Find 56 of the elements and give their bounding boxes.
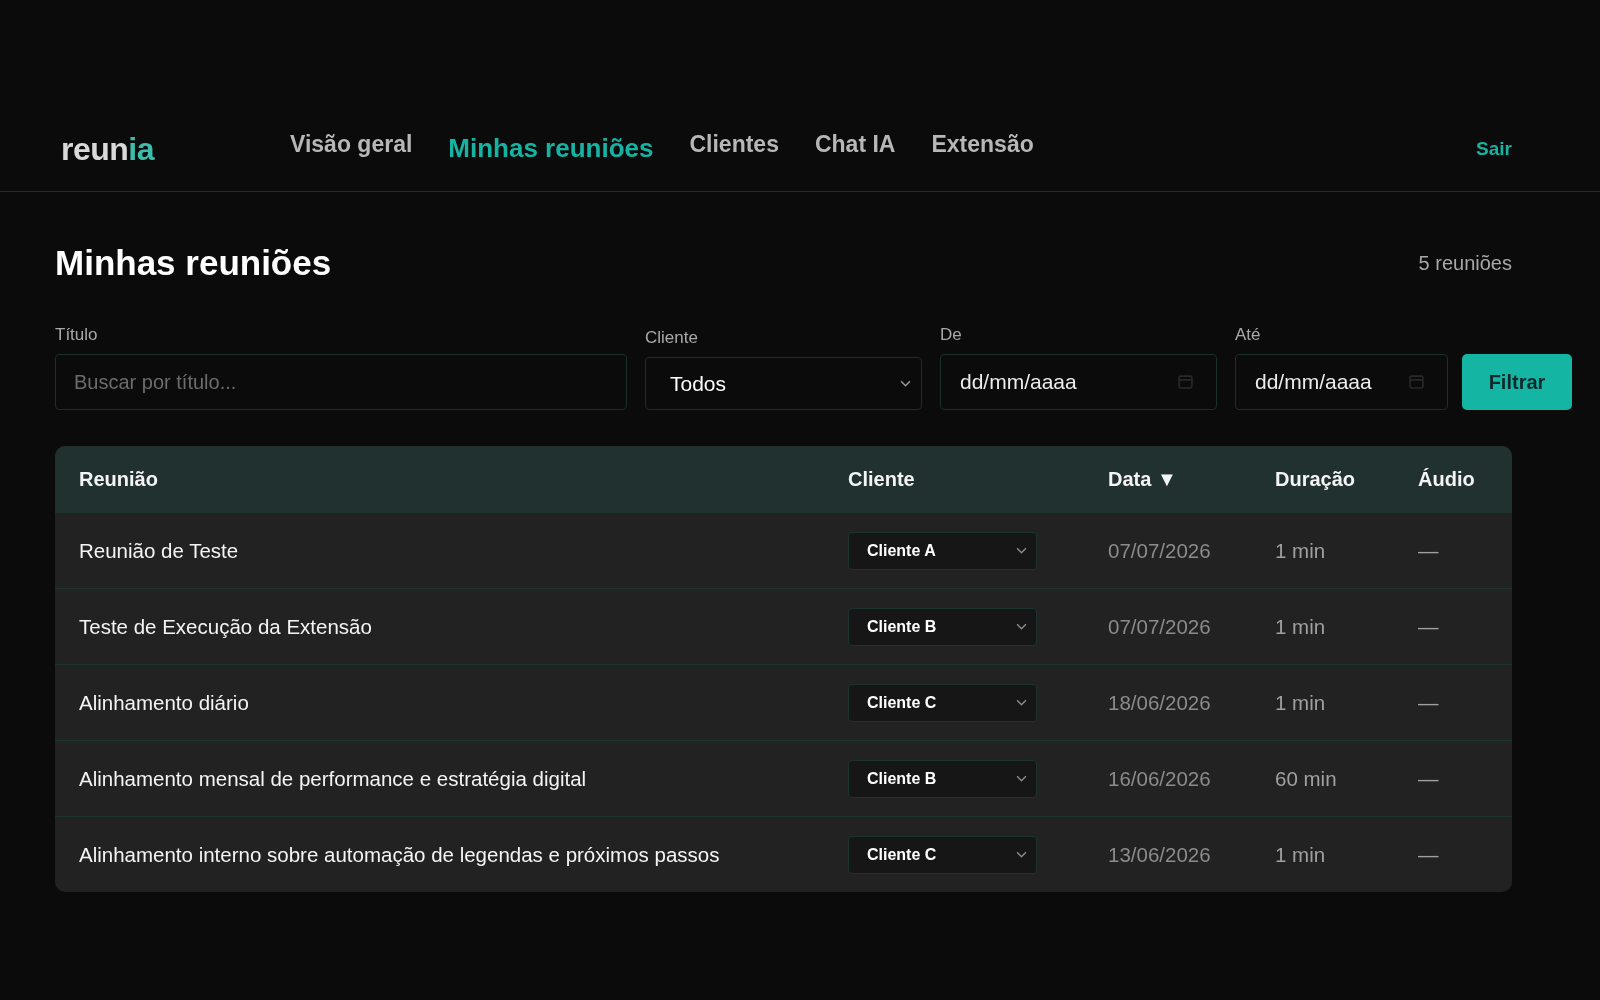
logout-link[interactable]: Sair [1476, 138, 1512, 160]
chevron-icon [1016, 775, 1027, 782]
chevron-icon [900, 380, 911, 387]
meeting-date: 07/07/2026 [1108, 614, 1212, 639]
column-header: Reunião [79, 467, 159, 491]
meeting-title: Alinhamento interno sobre automação de legendas e próximos passos [79, 842, 721, 867]
meeting-title: Reunião de Teste [79, 538, 240, 563]
audio-status: — [1418, 690, 1440, 715]
chevron-icon [1016, 699, 1027, 706]
field-label: Até [1235, 325, 1261, 345]
meeting-count: 5 reuniões [1418, 251, 1512, 275]
column-header: Duração [1275, 467, 1357, 491]
meeting-duration: 1 min [1275, 614, 1327, 639]
audio-status: — [1418, 538, 1440, 563]
date-field[interactable]: dd/mm/aaaa [1235, 354, 1448, 410]
meeting-date: 07/07/2026 [1108, 538, 1212, 563]
nav-tab[interactable]: Visão geral [290, 131, 413, 158]
client-select[interactable]: Cliente C [848, 683, 1037, 722]
meeting-duration: 1 min [1275, 538, 1327, 563]
chevron-icon [1016, 623, 1027, 630]
nav-tab[interactable]: Minhas reuniões [448, 133, 654, 164]
brand-logo[interactable]: reunia [61, 131, 290, 168]
meeting-title: Teste de Execução da Extensão [79, 614, 373, 639]
calendar-icon[interactable] [1178, 374, 1193, 389]
chevron-icon [1016, 851, 1027, 858]
client-select[interactable]: Cliente B [848, 759, 1037, 798]
meeting-title: Alinhamento diário [79, 690, 250, 715]
page-title: Minhas reuniões [55, 242, 332, 284]
client-filter-select[interactable]: Todos [645, 357, 922, 410]
client-select[interactable]: Cliente C [848, 835, 1037, 874]
column-header: Cliente [848, 467, 916, 491]
meeting-duration: 60 min [1275, 766, 1338, 791]
audio-status: — [1418, 614, 1440, 639]
column-header: Data ▼ [1108, 467, 1178, 491]
meeting-duration: 1 min [1275, 842, 1327, 867]
meeting-title: Alinhamento mensal de performance e estratégia digital [79, 766, 588, 791]
calendar-icon[interactable] [1409, 374, 1424, 389]
nav-tab[interactable]: Clientes [689, 131, 779, 158]
client-select[interactable]: Cliente A [848, 531, 1037, 570]
meeting-date: 16/06/2026 [1108, 766, 1212, 791]
field-label: Título [55, 325, 98, 345]
search-field[interactable]: Buscar por título... [55, 354, 627, 410]
nav-tab[interactable]: Extensão [931, 131, 1034, 158]
audio-status: — [1418, 766, 1440, 791]
chevron-icon [1016, 547, 1027, 554]
meeting-date: 18/06/2026 [1108, 690, 1212, 715]
client-select[interactable]: Cliente B [848, 607, 1037, 646]
date-field[interactable]: dd/mm/aaaa [940, 354, 1217, 410]
meeting-date: 13/06/2026 [1108, 842, 1212, 867]
audio-status: — [1418, 842, 1440, 867]
meeting-duration: 1 min [1275, 690, 1327, 715]
column-header: Áudio [1418, 467, 1476, 491]
nav-tab[interactable]: Chat IA [814, 131, 896, 158]
filter-button[interactable]: Filtrar [1462, 354, 1572, 410]
field-label: De [940, 325, 962, 345]
field-label: Cliente [645, 328, 698, 348]
